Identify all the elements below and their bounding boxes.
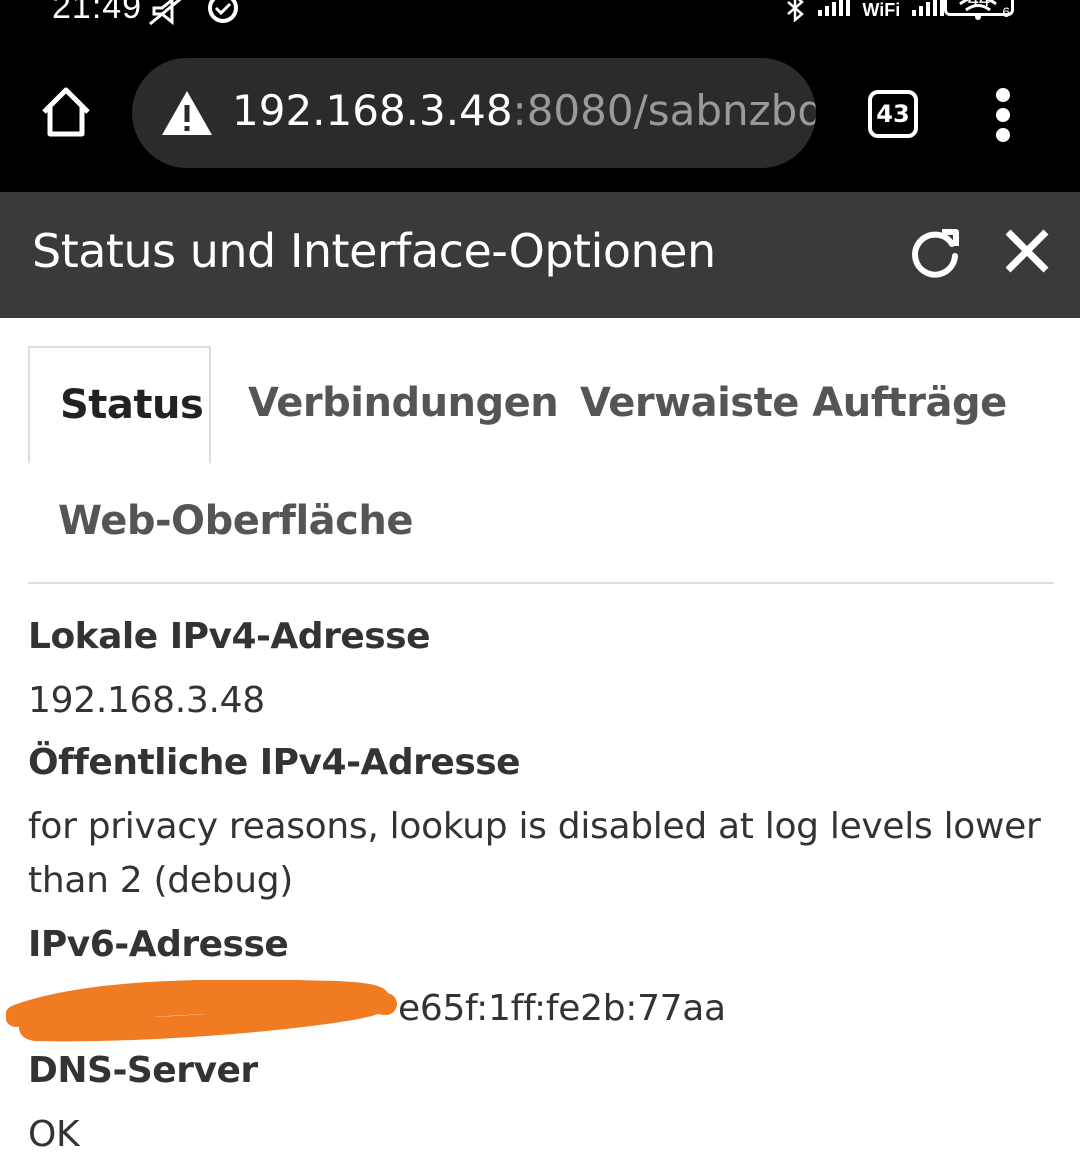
modal-header: Status und Interface-Optionen	[0, 192, 1080, 318]
url-host: 192.168.3.48	[232, 86, 513, 135]
mobile-signal-icon	[818, 0, 851, 16]
local-ipv4-label: Lokale IPv4-Adresse	[28, 616, 431, 657]
address-bar[interactable]: 192.168.3.48:8080/sabnzbd/	[132, 58, 816, 168]
mute-icon	[149, 0, 182, 26]
url-text[interactable]: 192.168.3.48:8080/sabnzbd/	[232, 86, 816, 135]
battery-level: 44	[967, 0, 991, 11]
warning-icon[interactable]	[160, 88, 214, 138]
ipv6-value: e65f:1ff:fe2b:77aa	[398, 988, 726, 1029]
ipv6-label: IPv6-Adresse	[28, 924, 289, 965]
tab-switcher-button[interactable]: 43	[868, 90, 918, 138]
url-path: :8080/sabnzbd/	[512, 86, 816, 135]
overflow-menu-icon[interactable]	[988, 86, 1018, 146]
tab-bar: Status Verbindungen Verwaiste Aufträge W…	[28, 346, 1054, 584]
redaction-scribble	[6, 980, 397, 1042]
battery-icon: 44	[944, 0, 1014, 16]
modal-title: Status und Interface-Optionen	[32, 224, 716, 278]
tab-status[interactable]: Status	[28, 346, 211, 464]
clock: 21:49	[52, 0, 143, 26]
refresh-icon[interactable]	[906, 224, 964, 282]
tab-divider	[28, 582, 1054, 584]
tab-verwaiste-auftraege[interactable]: Verwaiste Aufträge	[580, 380, 1007, 426]
public-ipv4-label: Öffentliche IPv4-Adresse	[28, 742, 521, 783]
tab-web-oberflaeche[interactable]: Web-Oberfläche	[58, 498, 413, 544]
bluetooth-icon	[787, 0, 805, 22]
browser-toolbar: 192.168.3.48:8080/sabnzbd/ 43	[0, 36, 1080, 192]
dns-label: DNS-Server	[28, 1050, 258, 1091]
tab-verbindungen[interactable]: Verbindungen	[248, 380, 559, 426]
check-circle-icon	[208, 0, 238, 23]
system-status-bar: 21:49 WiFi 6 44	[0, 0, 1080, 36]
mobile-signal-2-icon	[912, 0, 945, 16]
home-icon[interactable]	[36, 84, 96, 140]
dns-value: OK	[28, 1114, 80, 1155]
public-ipv4-value-line1: for privacy reasons, lookup is disabled …	[28, 806, 1041, 847]
wifi-calling-label: WiFi	[862, 0, 901, 20]
local-ipv4-value: 192.168.3.48	[28, 680, 265, 721]
public-ipv4-value-line2: than 2 (debug)	[28, 860, 294, 901]
close-icon[interactable]	[1000, 222, 1054, 280]
